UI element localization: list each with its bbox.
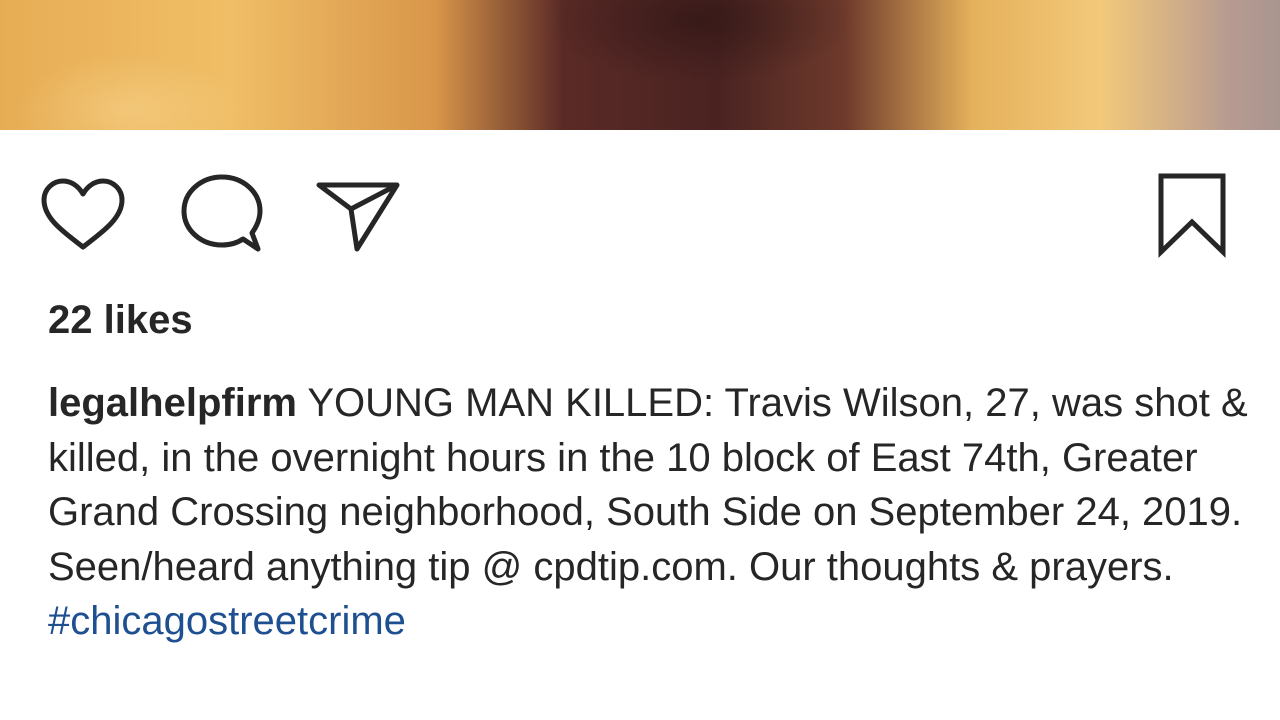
- comment-icon: [181, 174, 263, 252]
- heart-icon: [41, 178, 125, 250]
- share-icon: [316, 182, 400, 252]
- post-caption: legalhelpfirm YOUNG MAN KILLED: Travis W…: [48, 376, 1248, 649]
- comment-button[interactable]: [177, 170, 267, 260]
- likes-count[interactable]: 22 likes: [48, 298, 193, 343]
- like-button[interactable]: [38, 170, 128, 260]
- caption-hashtag[interactable]: #chicagostreetcrime: [48, 599, 406, 643]
- post-image[interactable]: [0, 0, 1280, 130]
- caption-username[interactable]: legalhelpfirm: [48, 381, 297, 425]
- bookmark-icon: [1158, 173, 1226, 258]
- share-button[interactable]: [313, 170, 403, 260]
- save-button[interactable]: [1147, 170, 1237, 260]
- action-bar: [0, 170, 1280, 260]
